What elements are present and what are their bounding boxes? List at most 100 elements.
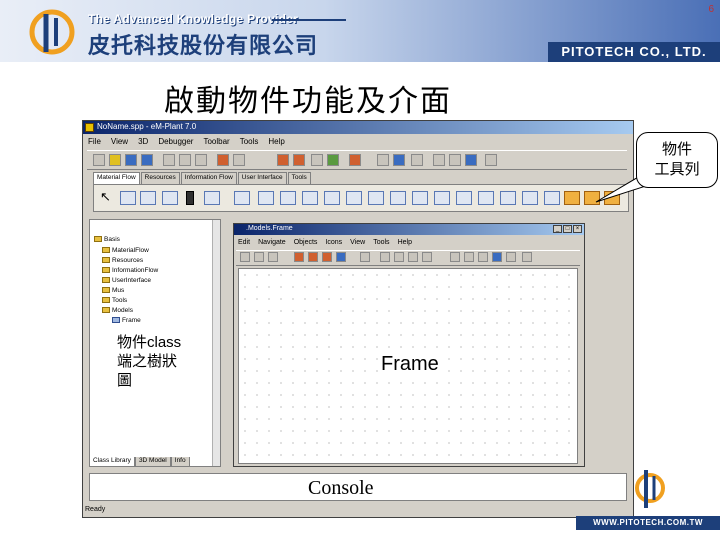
close-icon[interactable]: × (573, 225, 582, 233)
frame-link-icon[interactable] (204, 191, 220, 205)
menu-tools[interactable]: Tools (235, 137, 264, 146)
tab-info[interactable]: Info (170, 457, 190, 467)
sorter-icon[interactable] (390, 191, 406, 205)
single-proc-icon[interactable] (280, 191, 296, 205)
source-icon[interactable] (162, 191, 178, 205)
tab-user-interface[interactable]: User Interface (237, 172, 287, 184)
tab-tools[interactable]: Tools (287, 172, 311, 184)
event-controller-icon[interactable] (140, 191, 156, 205)
tree-item-informationflow[interactable]: InformationFlow (102, 267, 158, 274)
frame-menu-navigate[interactable]: Navigate (254, 239, 290, 246)
model-icon[interactable] (277, 154, 289, 166)
help-icon[interactable] (485, 154, 497, 166)
tab-information-flow[interactable]: Information Flow (180, 172, 237, 184)
layer-icon[interactable] (450, 252, 460, 262)
drain-icon[interactable] (186, 191, 194, 205)
connector-icon[interactable] (120, 191, 136, 205)
save-icon[interactable] (125, 154, 137, 166)
save-all-icon[interactable] (141, 154, 153, 166)
app-titlebar[interactable]: NoName.spp - eM-Plant 7.0 (83, 121, 633, 134)
event-controller-icon[interactable] (311, 154, 323, 166)
help-icon[interactable] (522, 252, 532, 262)
paste-icon[interactable] (217, 154, 229, 166)
transporter-part-icon[interactable] (584, 191, 600, 205)
grid-toggle-icon[interactable] (422, 252, 432, 262)
window-icon[interactable] (433, 154, 445, 166)
buffer-icon[interactable] (368, 191, 384, 205)
minimize-icon[interactable]: _ (553, 225, 562, 233)
assembly-icon[interactable] (324, 191, 340, 205)
tile-icon[interactable] (449, 154, 461, 166)
dismantle-icon[interactable] (346, 191, 362, 205)
network-icon[interactable] (492, 252, 502, 262)
frame-menu-objects[interactable]: Objects (290, 239, 322, 246)
container-icon[interactable] (564, 191, 580, 205)
mu-icon[interactable] (604, 191, 620, 205)
frame-menu-icons[interactable]: Icons (321, 239, 346, 246)
interface-out-icon[interactable] (258, 191, 274, 205)
copy-icon[interactable] (195, 154, 207, 166)
tree-item-materialflow[interactable]: MaterialFlow (102, 247, 149, 254)
tab-material-flow[interactable]: Material Flow (93, 172, 140, 184)
grid-icon[interactable] (393, 154, 405, 166)
align-icon[interactable] (464, 252, 474, 262)
maximize-icon[interactable]: □ (563, 225, 572, 233)
play-icon[interactable] (322, 252, 332, 262)
app-system-icon[interactable] (85, 123, 94, 132)
pointer-icon[interactable]: ↖ (100, 190, 116, 205)
frame-canvas[interactable]: Frame (238, 268, 578, 464)
turntable-icon[interactable] (478, 191, 494, 205)
delete-icon[interactable] (233, 154, 245, 166)
entity-icon[interactable] (544, 191, 560, 205)
rewind-icon[interactable] (308, 252, 318, 262)
layout-icon[interactable] (411, 154, 423, 166)
tree-item-userinterface[interactable]: UserInterface (102, 277, 151, 284)
angular-converter-icon[interactable] (456, 191, 472, 205)
tree-item-mus[interactable]: Mus (102, 287, 124, 294)
zoom-in-icon[interactable] (394, 252, 404, 262)
edit-icon[interactable] (360, 252, 370, 262)
zoom-out-icon[interactable] (408, 252, 418, 262)
open-folder-icon[interactable] (109, 154, 121, 166)
cycle-icon[interactable] (412, 191, 428, 205)
step-icon[interactable] (336, 252, 346, 262)
frame-titlebar[interactable]: .Models.Frame _ □ × (234, 224, 584, 235)
menu-file[interactable]: File (83, 137, 106, 146)
new-file-icon[interactable] (93, 154, 105, 166)
menu-toolbar[interactable]: Toolbar (198, 137, 234, 146)
menu-help[interactable]: Help (263, 137, 289, 146)
start-icon[interactable] (349, 154, 361, 166)
frame-icon[interactable] (293, 154, 305, 166)
connect-icon[interactable] (478, 252, 488, 262)
tree-item-tools[interactable]: Tools (102, 297, 127, 304)
track-icon[interactable] (500, 191, 516, 205)
frame-tool-icon[interactable] (240, 252, 250, 262)
attributes-icon[interactable] (506, 252, 516, 262)
tree-item-frame[interactable]: Frame (112, 317, 141, 324)
parallel-proc-icon[interactable] (302, 191, 318, 205)
tree-item-models[interactable]: Models (102, 307, 133, 314)
frame-menu-view[interactable]: View (346, 239, 369, 246)
frame-tool-icon[interactable] (254, 252, 264, 262)
print-icon[interactable] (163, 154, 175, 166)
console-pane[interactable]: Console (89, 473, 627, 501)
menu-3d[interactable]: 3D (133, 137, 153, 146)
tab-resources[interactable]: Resources (140, 172, 180, 184)
zoom-icon[interactable] (380, 252, 390, 262)
cascade-icon[interactable] (465, 154, 477, 166)
tab-class-library[interactable]: Class Library (89, 457, 135, 467)
reset-icon[interactable] (327, 154, 339, 166)
clock-icon[interactable] (294, 252, 304, 262)
menu-debugger[interactable]: Debugger (153, 137, 198, 146)
cut-icon[interactable] (179, 154, 191, 166)
tree-scrollbar[interactable] (212, 220, 220, 466)
frame-menu-edit[interactable]: Edit (234, 239, 254, 246)
tab-3d-model[interactable]: 3D Model (134, 457, 171, 467)
transporter-icon[interactable] (522, 191, 538, 205)
menu-view[interactable]: View (106, 137, 133, 146)
frame-menu-help[interactable]: Help (394, 239, 416, 246)
interface-in-icon[interactable] (234, 191, 250, 205)
line-icon[interactable] (434, 191, 450, 205)
tree-item-resources[interactable]: Resources (102, 257, 143, 264)
settings-gear-icon[interactable] (377, 154, 389, 166)
